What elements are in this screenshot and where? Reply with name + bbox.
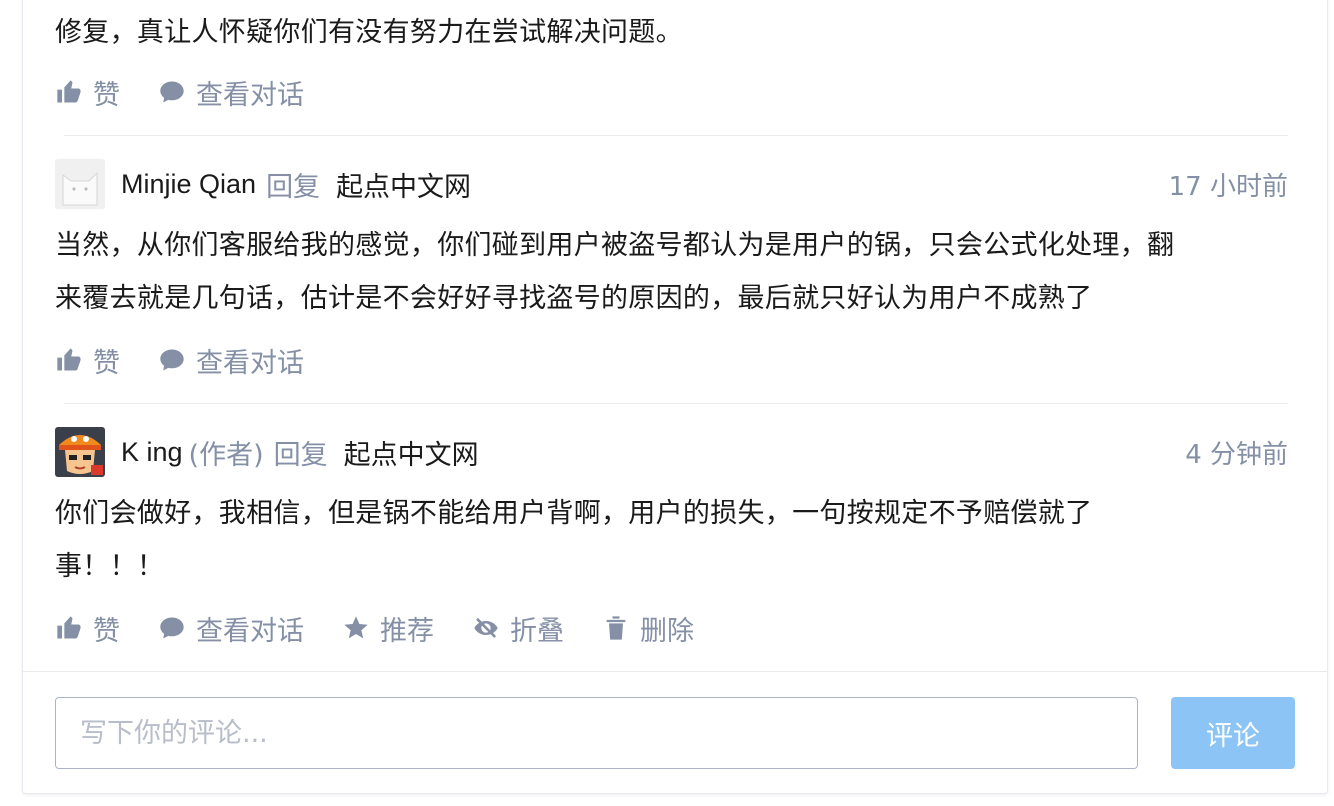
view-conversation-button[interactable]: 查看对话 [158, 341, 304, 380]
comment-line: 当然，从你们客服给我的感觉，你们碰到用户被盗号都认为是用户的锅，只会公式化处理，… [55, 230, 1175, 261]
comment-header: K ing (作者) 回复 起点中文网 4 分钟前 [55, 427, 1288, 477]
comment-line: 你们会做好，我相信，但是锅不能给用户背啊，用户的损失，一句按规定不予赔偿就了 [55, 498, 1093, 529]
submit-comment-button[interactable]: 评论 [1171, 697, 1295, 769]
comment-composer: 评论 [22, 671, 1328, 794]
eye-slash-icon [474, 617, 498, 638]
comment-input[interactable] [55, 697, 1138, 769]
like-button[interactable]: 赞 [55, 341, 120, 380]
chat-bubble-icon [160, 81, 184, 103]
divider [64, 403, 1288, 404]
comment-actions: 赞 查看对话 [55, 72, 342, 112]
delete-button[interactable]: 删除 [602, 609, 694, 648]
collapse-button[interactable]: 折叠 [472, 609, 564, 648]
delete-label: 删除 [640, 615, 694, 647]
author-name[interactable]: K ing [121, 437, 183, 468]
view-conversation-label: 查看对话 [196, 347, 304, 379]
view-conversation-label: 查看对话 [196, 79, 304, 111]
comment-item: K ing (作者) 回复 起点中文网 4 分钟前 你们会做好，我相信，但是锅不… [55, 427, 1288, 593]
like-label: 赞 [93, 615, 120, 647]
view-conversation-button[interactable]: 查看对话 [158, 73, 304, 112]
author-badge: (作者) [188, 439, 264, 471]
divider [64, 135, 1288, 136]
star-icon [344, 616, 368, 639]
view-conversation-label: 查看对话 [196, 615, 304, 647]
comment-actions: 赞 查看对话 推荐 折叠 删除 [55, 608, 732, 648]
comment-text: 当然，从你们客服给我的感觉，你们碰到用户被盗号都认为是用户的锅，只会公式化处理，… [55, 219, 1288, 325]
recommend-button[interactable]: 推荐 [342, 609, 434, 648]
avatar[interactable] [55, 427, 105, 477]
reply-indicator: 回复 [273, 439, 328, 471]
avatar[interactable] [55, 159, 105, 209]
trash-icon [606, 616, 626, 640]
comment-actions: 赞 查看对话 [55, 340, 342, 380]
comment-line: 事！！！ [55, 551, 165, 582]
reply-target[interactable]: 起点中文网 [344, 433, 479, 472]
comment-line: 来覆去就是几句话，估计是不会好好寻找盗号的原因的，最后就只好认为用户不成熟了 [55, 283, 1093, 314]
view-conversation-button[interactable]: 查看对话 [158, 609, 304, 648]
recommend-label: 推荐 [380, 615, 434, 647]
author-name[interactable]: Minjie Qian [121, 169, 256, 200]
cartoon-avatar-icon [55, 427, 105, 477]
reply-target[interactable]: 起点中文网 [336, 165, 471, 204]
cat-avatar-icon [55, 159, 105, 209]
chat-bubble-icon [160, 349, 184, 371]
timestamp: 17 小时前 [1168, 171, 1288, 202]
like-button[interactable]: 赞 [55, 609, 120, 648]
reply-indicator: 回复 [266, 171, 321, 203]
like-label: 赞 [93, 79, 120, 111]
like-label: 赞 [93, 347, 120, 379]
thumbs-up-icon [57, 80, 81, 103]
collapse-label: 折叠 [510, 615, 564, 647]
comment-header: Minjie Qian 回复 起点中文网 17 小时前 [55, 159, 1288, 209]
thumbs-up-icon [57, 348, 81, 371]
comment-item: 修复，真让人怀疑你们有没有努力在尝试解决问题。 [55, 6, 1288, 59]
timestamp: 4 分钟前 [1185, 439, 1288, 470]
comment-text: 你们会做好，我相信，但是锅不能给用户背啊，用户的损失，一句按规定不予赔偿就了 事… [55, 487, 1288, 593]
thumbs-up-icon [57, 616, 81, 639]
comment-item: Minjie Qian 回复 起点中文网 17 小时前 当然，从你们客服给我的感… [55, 159, 1288, 325]
chat-bubble-icon [160, 617, 184, 639]
like-button[interactable]: 赞 [55, 73, 120, 112]
comment-text: 修复，真让人怀疑你们有没有努力在尝试解决问题。 [55, 17, 683, 48]
